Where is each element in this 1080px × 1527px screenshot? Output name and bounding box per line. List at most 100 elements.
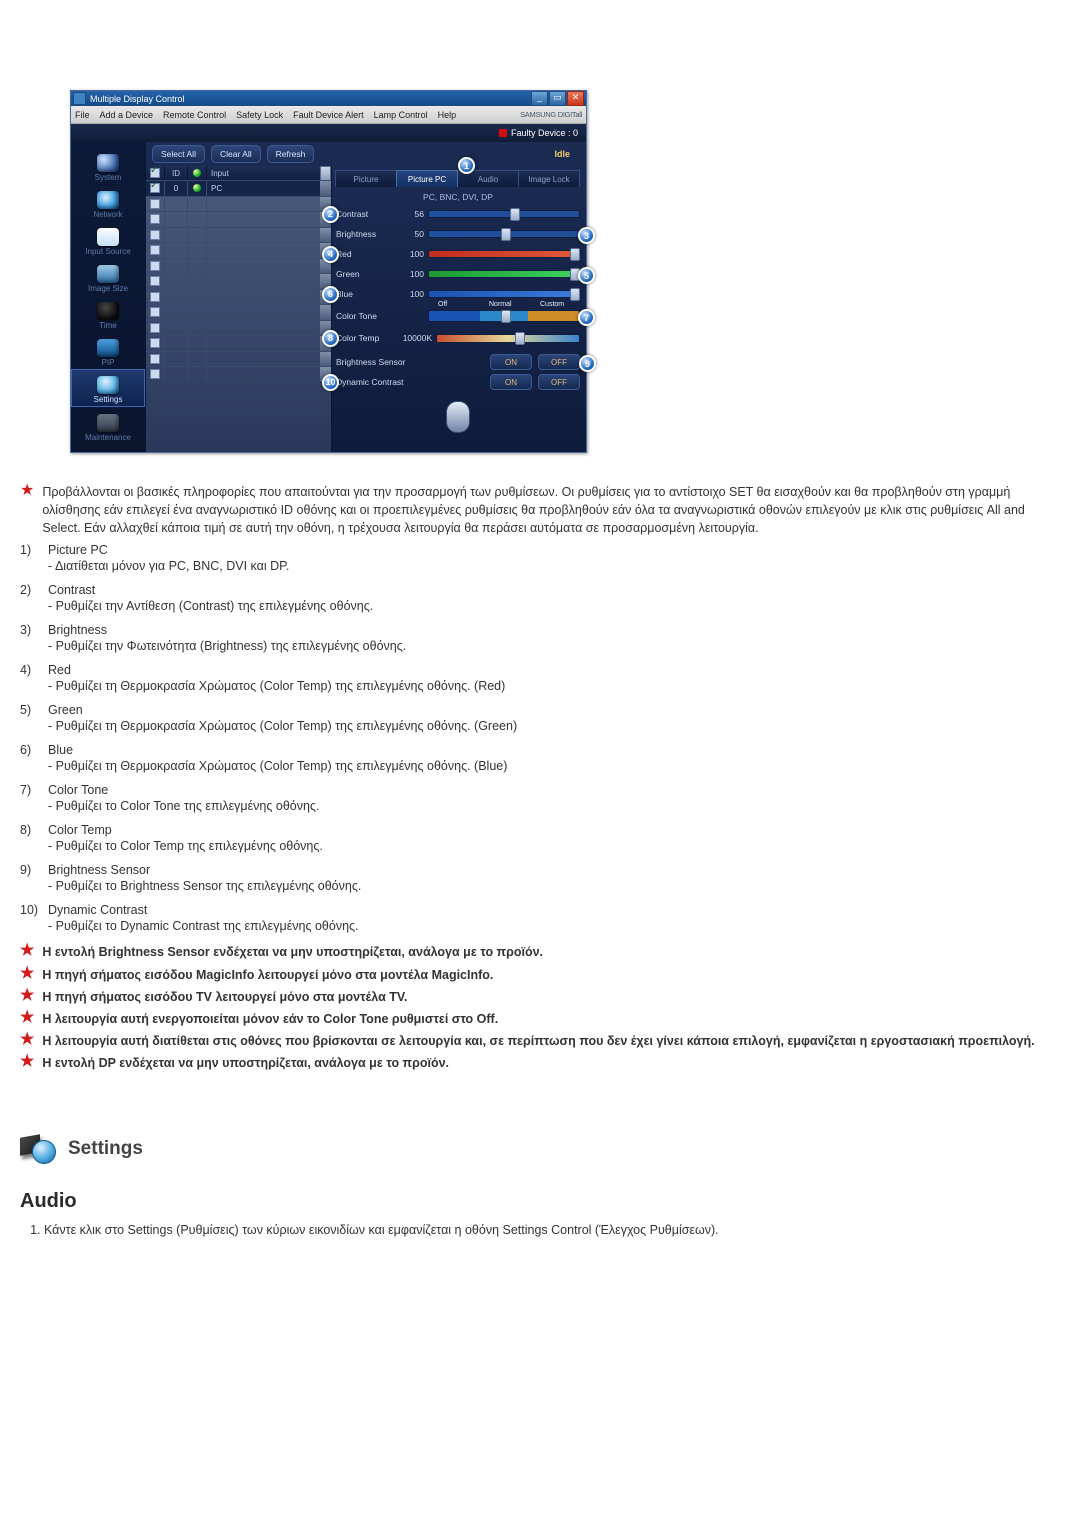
header-lamp-icon xyxy=(193,169,201,177)
row-checkbox[interactable] xyxy=(150,292,160,302)
brightness-sensor-on[interactable]: ON xyxy=(490,354,532,370)
nav-label: Settings xyxy=(94,395,123,404)
row-checkbox[interactable] xyxy=(150,230,160,240)
menu-add-device[interactable]: Add a Device xyxy=(100,110,154,120)
star-note-bold: ★Η πηγή σήματος εισόδου MagicInfo λειτου… xyxy=(20,966,1060,984)
brand-label: SAMSUNG DIGITall xyxy=(520,110,582,119)
pip-icon xyxy=(97,339,119,357)
tab-bar: 1 Picture Picture PC Audio Image Lock xyxy=(336,170,580,187)
menu-lamp-control[interactable]: Lamp Control xyxy=(374,110,428,120)
star-note: ★ Προβάλλονται οι βασικές πληροφορίες πο… xyxy=(20,483,1060,537)
app-icon xyxy=(73,92,86,105)
nav-pip[interactable]: PIP xyxy=(71,332,145,369)
app-window: Multiple Display Control _ ▭ ✕ File Add … xyxy=(70,90,587,453)
nav-time[interactable]: Time xyxy=(71,295,145,332)
menu-remote-control[interactable]: Remote Control xyxy=(163,110,226,120)
brightness-label: Brightness xyxy=(336,229,396,239)
menu-safety-lock[interactable]: Safety Lock xyxy=(236,110,283,120)
nav-label: Time xyxy=(99,321,116,330)
color-temp-label: Color Temp xyxy=(336,333,396,343)
star-note-bold: ★Η εντολή Brightness Sensor ενδέχεται να… xyxy=(20,943,1060,961)
nav-system[interactable]: System xyxy=(71,148,145,184)
dynamic-contrast-on[interactable]: ON xyxy=(490,374,532,390)
device-grid: ID Input 0 PC xyxy=(146,166,332,452)
menu-help[interactable]: Help xyxy=(438,110,457,120)
row-checkbox[interactable] xyxy=(150,214,160,224)
blue-label: Blue xyxy=(336,289,396,299)
list-toolbar: Select All Clear All Refresh Idle xyxy=(146,142,586,166)
blue-slider[interactable] xyxy=(428,290,580,298)
dynamic-contrast-off[interactable]: OFF xyxy=(538,374,580,390)
settings-icon xyxy=(97,376,119,394)
status-row: Faulty Device : 0 xyxy=(71,124,586,142)
nav-image-size[interactable]: Image Size xyxy=(71,258,145,295)
brightness-sensor-off[interactable]: OFF xyxy=(538,354,580,370)
row-checkbox[interactable] xyxy=(150,369,160,379)
grid-row-empty xyxy=(146,196,331,212)
close-button[interactable]: ✕ xyxy=(567,91,584,106)
header-checkbox[interactable] xyxy=(150,168,160,178)
callout-8: 8 xyxy=(322,330,339,347)
color-tone-label: Color Tone xyxy=(336,311,396,321)
grid-row-empty xyxy=(146,211,331,227)
menu-file[interactable]: File xyxy=(75,110,90,120)
minimize-button[interactable]: _ xyxy=(531,91,548,106)
row-checkbox[interactable] xyxy=(150,323,160,333)
row-checkbox[interactable] xyxy=(150,199,160,209)
maximize-button[interactable]: ▭ xyxy=(549,91,566,106)
star-note-bold: ★Η πηγή σήματος εισόδου TV λειτουργεί μό… xyxy=(20,988,1060,1006)
red-value: 100 xyxy=(396,249,428,259)
faulty-device-label: Faulty Device : 0 xyxy=(511,128,578,138)
nav-label: Input Source xyxy=(85,247,130,256)
star-icon: ★ xyxy=(20,943,34,961)
nav-settings[interactable]: Settings xyxy=(71,369,145,407)
menu-fault-device-alert[interactable]: Fault Device Alert xyxy=(293,110,364,120)
wrench-icon xyxy=(97,414,119,432)
star-note-bold: ★Η λειτουργία αυτή ενεργοποιείται μόνον … xyxy=(20,1010,1060,1028)
header-id[interactable]: ID xyxy=(165,166,188,180)
feature-item: 4)Red- Ρυθμίζει τη Θερμοκρασία Χρώματος … xyxy=(20,663,1060,693)
image-size-icon xyxy=(97,265,119,283)
audio-heading: Audio xyxy=(20,1190,1060,1213)
idle-status: Idle xyxy=(554,149,580,159)
grid-row-empty xyxy=(146,304,331,320)
select-all-button[interactable]: Select All xyxy=(152,145,205,163)
clear-all-button[interactable]: Clear All xyxy=(211,145,261,163)
row-checkbox[interactable] xyxy=(150,354,160,364)
control-panel: 1 Picture Picture PC Audio Image Lock PC… xyxy=(332,166,586,452)
callout-6: 6 xyxy=(322,286,339,303)
input-source-icon xyxy=(97,228,119,246)
row-checkbox[interactable] xyxy=(150,307,160,317)
header-input[interactable]: Input xyxy=(207,166,320,180)
nav-input-source[interactable]: Input Source xyxy=(71,221,145,258)
row-checkbox[interactable] xyxy=(150,245,160,255)
brightness-slider[interactable]: 3 xyxy=(428,230,580,238)
tab-picture[interactable]: Picture xyxy=(335,170,397,187)
tab-picture-pc[interactable]: Picture PC xyxy=(396,170,458,187)
contrast-slider[interactable] xyxy=(428,210,580,218)
brightness-sensor-label: Brightness Sensor xyxy=(336,357,426,367)
refresh-button[interactable]: Refresh xyxy=(267,145,315,163)
row-checkbox[interactable] xyxy=(150,276,160,286)
row-checkbox[interactable] xyxy=(150,183,160,193)
nav-maintenance[interactable]: Maintenance xyxy=(71,407,145,444)
grid-row-empty xyxy=(146,366,331,382)
feature-item: 3)Brightness- Ρυθμίζει την Φωτεινότητα (… xyxy=(20,623,1060,653)
grid-row[interactable]: 0 PC xyxy=(146,180,331,196)
nav-label: Image Size xyxy=(88,284,128,293)
row-checkbox[interactable] xyxy=(150,261,160,271)
color-tone-selector[interactable]: Off Normal Custom 7 xyxy=(428,310,580,322)
modes-label: PC, BNC, DVI, DP xyxy=(336,187,580,205)
color-temp-slider[interactable] xyxy=(436,334,580,343)
callout-7: 7 xyxy=(578,309,595,326)
clock-icon xyxy=(97,302,119,320)
row-checkbox[interactable] xyxy=(150,338,160,348)
tab-image-lock[interactable]: Image Lock xyxy=(518,170,580,187)
grid-header: ID Input xyxy=(146,166,331,180)
nav-network[interactable]: Network xyxy=(71,184,145,221)
audio-step: Κάντε κλικ στο Settings (Ρυθμίσεις) των … xyxy=(44,1221,1060,1240)
brightness-value: 50 xyxy=(396,229,428,239)
feature-item: 5)Green- Ρυθμίζει τη Θερμοκρασία Χρώματο… xyxy=(20,703,1060,733)
green-slider[interactable]: 5 xyxy=(428,270,580,278)
red-slider[interactable] xyxy=(428,250,580,258)
